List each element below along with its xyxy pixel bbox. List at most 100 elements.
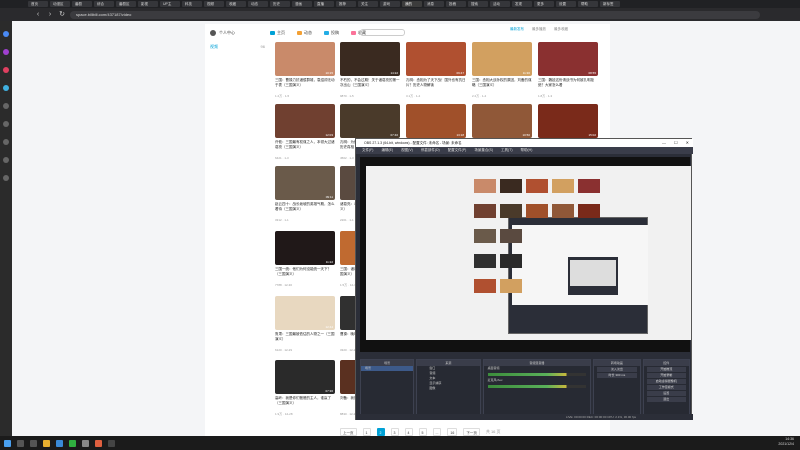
obs-control-button[interactable]: 退出 xyxy=(646,397,687,402)
browser-tab[interactable]: 首页 xyxy=(28,1,48,7)
video-title[interactable]: 三国：曹操力抗诸侯群雄，袁绍却无动于衷（三国演义） xyxy=(275,78,335,92)
minimize-icon[interactable]: — xyxy=(662,139,666,147)
page-button[interactable]: 5 xyxy=(418,428,427,436)
video-thumbnail[interactable]: 09:47 xyxy=(406,42,466,76)
obs-menu-item[interactable]: 视图(V) xyxy=(401,147,413,154)
browser-tab[interactable]: 搜索 xyxy=(468,1,488,7)
video-title[interactable]: 赵云四十：战长坂坡的英雄气概，怎么看待（三国演义） xyxy=(275,202,335,216)
left-menu-item[interactable]: 视频 96 xyxy=(210,44,265,54)
video-title[interactable]: 孔明：丞相为了天下战！国外也有抗日片？历史人物解读 xyxy=(406,78,466,92)
folder-icon[interactable] xyxy=(43,439,50,447)
browser-tab[interactable]: 动态 xyxy=(248,1,268,7)
app-icon[interactable] xyxy=(3,139,9,145)
obs-menu-item[interactable]: 文件(F) xyxy=(362,147,373,154)
video-thumbnail[interactable]: 11:22 xyxy=(275,231,335,265)
video-thumbnail[interactable]: 10:50 xyxy=(472,104,532,138)
obs-control-button[interactable]: 启动虚拟摄像机 xyxy=(646,379,687,384)
nav-tab[interactable]: 主页 xyxy=(270,30,285,36)
app-icon[interactable] xyxy=(3,103,9,109)
video-thumbnail[interactable]: 07:40 xyxy=(340,104,400,138)
browser-tab[interactable]: 关注 xyxy=(358,1,378,7)
obs-control-button[interactable]: 设置 xyxy=(646,391,687,396)
browser-tab[interactable]: 更多 xyxy=(534,1,554,7)
browser-tab[interactable]: 视频 xyxy=(204,1,224,7)
video-thumbnail[interactable]: 12:03 xyxy=(275,104,335,138)
browser-tab[interactable]: 活动 xyxy=(490,1,510,7)
app-icon[interactable] xyxy=(3,121,9,127)
page-button[interactable]: 3 xyxy=(390,428,399,436)
obs-menu-item[interactable]: 场景集合(S) xyxy=(474,147,493,154)
page-button[interactable]: ... xyxy=(432,428,442,436)
obs-control-button[interactable]: 开始推流 xyxy=(646,367,687,372)
close-icon[interactable]: ✕ xyxy=(686,139,689,147)
page-button[interactable]: 16 xyxy=(447,428,458,436)
edge-icon[interactable] xyxy=(56,439,63,447)
obs-menu-item[interactable]: 配置文件(P) xyxy=(448,147,467,154)
page-button[interactable]: 2 xyxy=(376,428,385,436)
browser-tab[interactable]: 设置 xyxy=(556,1,576,7)
transition-duration[interactable]: 时长 300 ms xyxy=(597,373,637,378)
video-thumbnail[interactable]: 09:11 xyxy=(275,166,335,200)
video-card[interactable]: 09:47 孔明：丞相为了天下战！国外也有抗日片？历史人物解读 3.1万 · 1-4 xyxy=(406,42,466,104)
obs-menu-item[interactable]: 编辑(E) xyxy=(381,147,393,154)
browser-tab[interactable]: 动漫区 xyxy=(50,1,70,7)
obs-control-button[interactable]: 工作室模式 xyxy=(646,385,687,390)
video-title[interactable]: 鲁肃：三国最被低估的人物之一（三国演义） xyxy=(275,332,335,346)
forward-icon[interactable]: › xyxy=(46,11,54,19)
browser-tab[interactable]: 历史 xyxy=(270,1,290,7)
nav-tab[interactable]: 投稿 xyxy=(324,30,339,36)
browser-tab[interactable]: 推荐 xyxy=(336,1,356,7)
maximize-icon[interactable]: ☐ xyxy=(674,139,678,147)
browser-tab[interactable]: 新标签 xyxy=(600,1,620,7)
app-icon[interactable] xyxy=(3,49,9,55)
video-thumbnail[interactable]: 14:22 xyxy=(340,42,400,76)
obs-menu-item[interactable]: 帮助(H) xyxy=(521,147,533,154)
browser-tab[interactable]: 收藏 xyxy=(226,1,246,7)
app-icon[interactable] xyxy=(3,67,9,73)
app-icon[interactable] xyxy=(3,175,9,181)
video-thumbnail[interactable]: 11:30 xyxy=(472,42,532,76)
sort-option[interactable]: 最多播放 xyxy=(532,27,546,32)
page-button[interactable]: 上一页 xyxy=(340,428,357,436)
sort-option[interactable]: 最多收藏 xyxy=(554,27,568,32)
browser-tab[interactable]: 发现 xyxy=(512,1,532,7)
video-title[interactable]: 三国：丞相大战孙权的原因，刘备的谋略（三国演义） xyxy=(472,78,532,92)
page-button[interactable]: 下一页 xyxy=(463,428,480,436)
browser-tab[interactable]: 投稿 xyxy=(446,1,466,7)
transition-select[interactable]: 淡入淡出 xyxy=(597,367,637,372)
video-thumbnail[interactable]: 08:55 xyxy=(538,42,598,76)
search-icon[interactable] xyxy=(17,439,24,447)
search-input[interactable] xyxy=(360,29,405,36)
nav-tab[interactable]: 动态 xyxy=(297,30,312,36)
browser-tab[interactable]: 综合 xyxy=(94,1,114,7)
video-title[interactable]: 许攸：三国最有权谋之人，本领大过诸葛亮（三国演义） xyxy=(275,140,335,154)
video-card[interactable]: 11:30 三国：丞相大战孙权的原因，刘备的谋略（三国演义） 2.2万 · 1-4 xyxy=(472,42,532,104)
video-card[interactable]: 12:44 鲁肃：三国最被低估的人物之一（三国演义） 6120 · 12-29 xyxy=(275,296,335,358)
scene-item[interactable]: 场景 xyxy=(361,366,414,371)
page-button[interactable]: 1 xyxy=(362,428,371,436)
browser-tab[interactable]: 影视 xyxy=(138,1,158,7)
obs-menu-item[interactable]: 工具(T) xyxy=(501,147,512,154)
browser-tab[interactable]: 科技 xyxy=(182,1,202,7)
video-title[interactable]: 三国一统：他们为何没能统一天下？（三国演义） xyxy=(275,267,335,281)
app-icon[interactable] xyxy=(3,85,9,91)
browser-tab[interactable]: 我的 xyxy=(402,1,422,7)
app-icon[interactable] xyxy=(95,439,102,447)
reload-icon[interactable]: ↻ xyxy=(58,11,66,19)
browser-tab[interactable]: UP主 xyxy=(160,1,180,7)
video-thumbnail[interactable]: 15:02 xyxy=(538,104,598,138)
video-title[interactable]: 高岭：我是你们爸爸的主人，谁赢了（三国演义） xyxy=(275,396,335,410)
source-item[interactable]: 图像 xyxy=(417,386,479,391)
video-thumbnail[interactable]: 10:15 xyxy=(275,42,335,76)
video-card[interactable]: 11:22 三国一统：他们为何没能统一天下？（三国演义） 7788 · 12-30 xyxy=(275,231,335,293)
video-card[interactable]: 10:15 三国：曹操力抗诸侯群雄，袁绍却无动于衷（三国演义） 1.2万 · 1-5 xyxy=(275,42,335,104)
browser-tab[interactable]: 消息 xyxy=(424,1,444,7)
home-icon[interactable] xyxy=(3,31,9,37)
browser-tab[interactable]: 番剧区 xyxy=(116,1,136,7)
video-card[interactable]: 07:36 高岭：我是你们爸爸的主人，谁赢了（三国演义） 1.9万 · 12-28 xyxy=(275,360,335,422)
video-thumbnail[interactable]: 07:36 xyxy=(275,360,335,394)
video-card[interactable]: 09:11 赵云四十：战长坂坡的英雄气概，怎么看待（三国演义） 3312 · 1-1 xyxy=(275,166,335,228)
task-view-icon[interactable] xyxy=(30,439,37,447)
browser-tab[interactable]: 帮助 xyxy=(578,1,598,7)
video-card[interactable]: 14:22 不朽的，不会过期！关于诸葛亮的第一次出山（三国演义） 9870 · 1-… xyxy=(340,42,400,104)
